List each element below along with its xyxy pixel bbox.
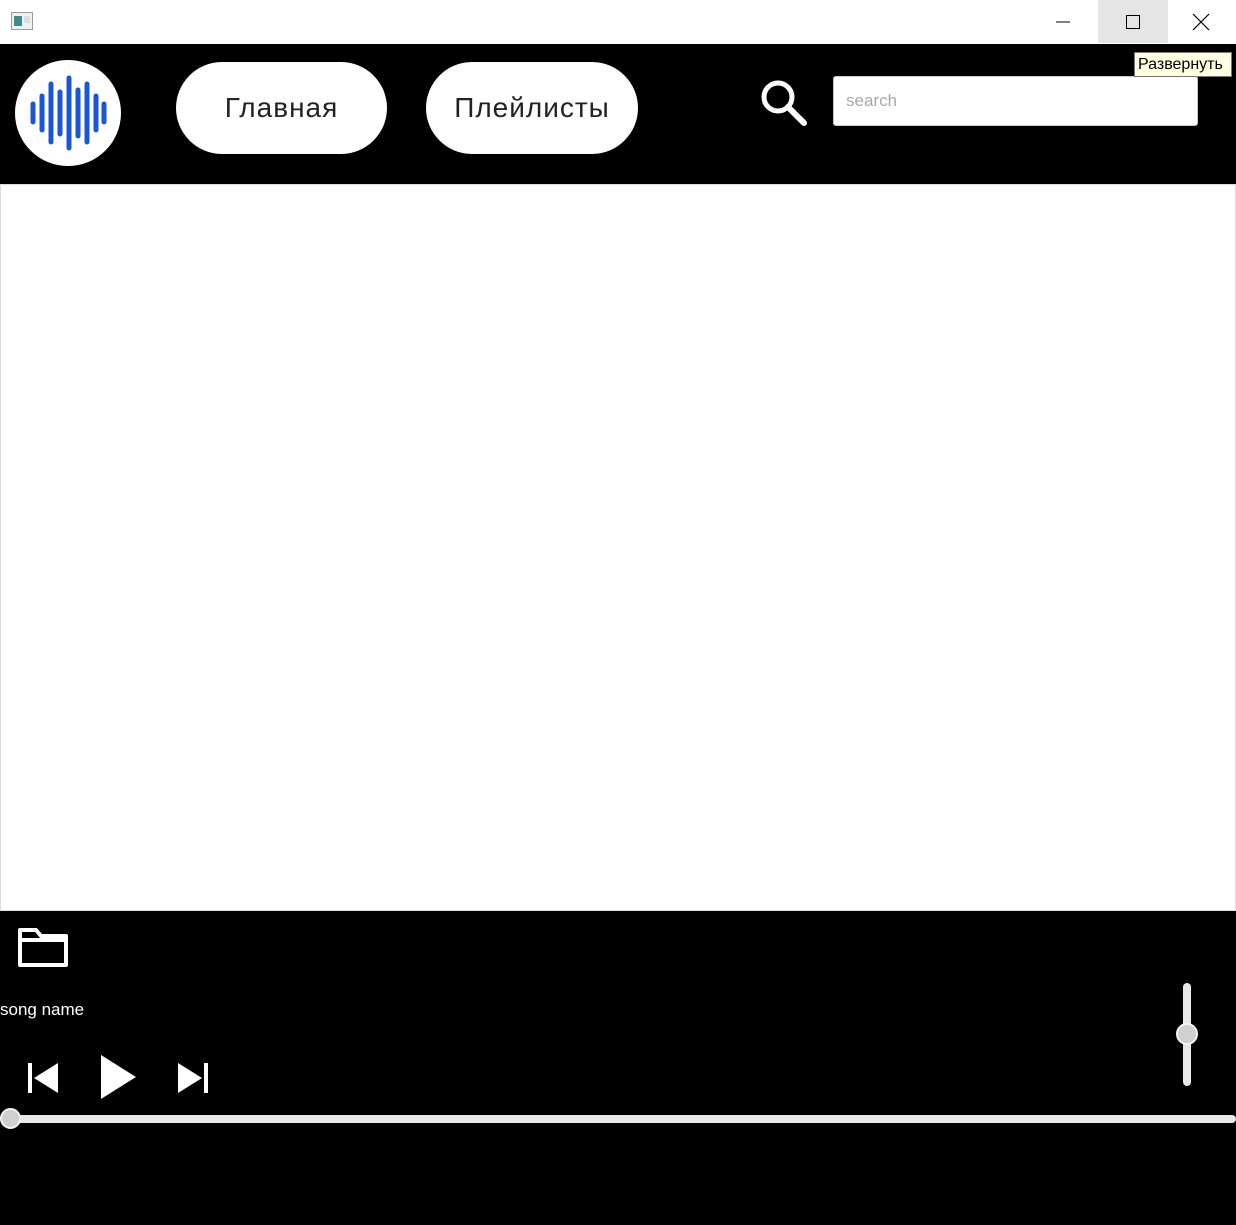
maximize-icon bbox=[1126, 14, 1140, 29]
app-icon bbox=[11, 12, 33, 30]
player-panel: song name bbox=[0, 911, 1236, 1225]
search-icon[interactable] bbox=[758, 78, 810, 128]
app-header: Главная Плейлисты bbox=[0, 44, 1236, 184]
maximize-button[interactable] bbox=[1098, 0, 1168, 43]
next-button[interactable] bbox=[174, 1056, 212, 1100]
seek-slider-thumb[interactable] bbox=[0, 1108, 21, 1129]
volume-slider-thumb[interactable] bbox=[1176, 1023, 1198, 1045]
song-name: song name bbox=[0, 1000, 85, 1019]
skip-previous-icon bbox=[28, 1063, 58, 1093]
minimize-button[interactable] bbox=[1028, 0, 1098, 43]
skip-next-icon bbox=[178, 1063, 208, 1093]
play-icon bbox=[101, 1055, 136, 1099]
app-logo[interactable] bbox=[15, 60, 121, 166]
previous-button[interactable] bbox=[24, 1056, 62, 1100]
folder-icon[interactable] bbox=[16, 925, 70, 969]
seek-slider[interactable] bbox=[0, 1115, 1236, 1123]
window-titlebar bbox=[0, 0, 1236, 44]
soundwave-logo-icon bbox=[30, 75, 107, 151]
home-button[interactable]: Главная bbox=[176, 62, 387, 154]
search-input[interactable] bbox=[833, 76, 1198, 126]
minimize-icon bbox=[1056, 21, 1070, 22]
play-button[interactable] bbox=[96, 1054, 140, 1100]
main-content bbox=[0, 184, 1236, 911]
playlists-button[interactable]: Плейлисты bbox=[426, 62, 638, 154]
close-button[interactable] bbox=[1166, 0, 1236, 43]
close-icon bbox=[1192, 13, 1210, 30]
maximize-tooltip: Развернуть bbox=[1134, 52, 1232, 77]
